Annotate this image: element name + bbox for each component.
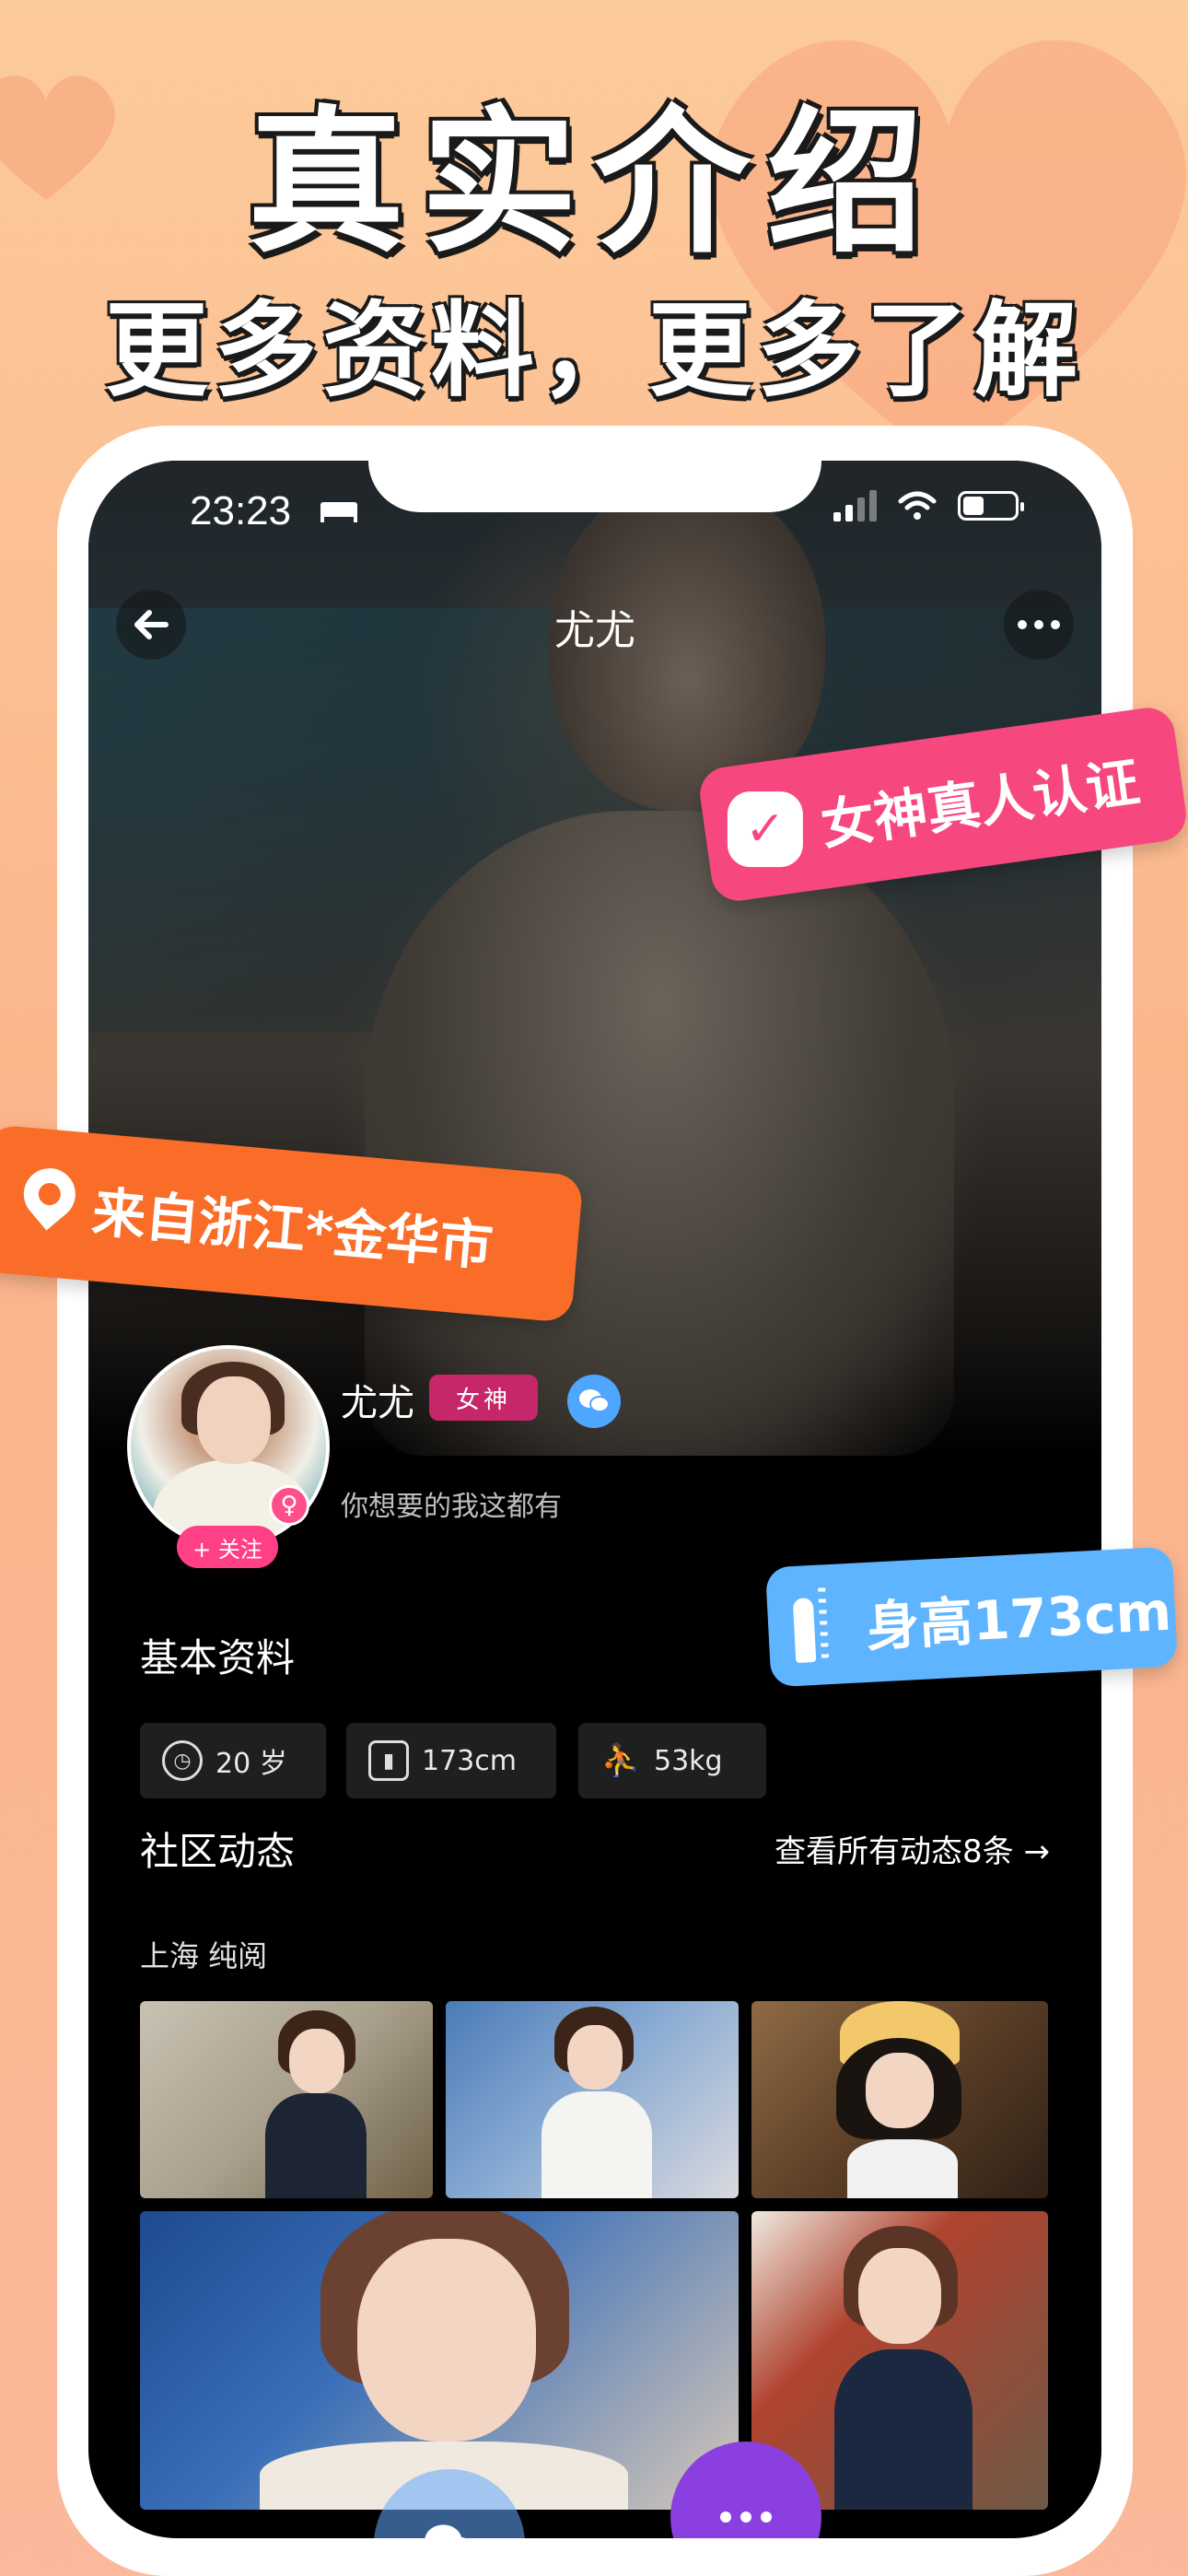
status-icons	[833, 490, 1024, 521]
profile-name: 尤尤	[341, 1382, 414, 1424]
wechat-button[interactable]	[567, 1375, 621, 1428]
ellipsis-icon	[1018, 620, 1060, 629]
battery-icon	[958, 491, 1024, 521]
verified-badge-icon: ✓	[727, 791, 803, 868]
height-chip: ▮ 173cm	[346, 1723, 556, 1798]
post-photo[interactable]	[446, 2001, 739, 2198]
weight-chip: ⛹ 53kg	[578, 1723, 766, 1798]
promo-title: 真实介绍	[247, 92, 940, 275]
weight-icon: ⛹	[600, 1742, 641, 1779]
post-photo[interactable]	[140, 2211, 739, 2510]
clock-icon: ◷	[162, 1740, 203, 1781]
height-tag: 身高173cm	[764, 1546, 1179, 1688]
bed-icon	[319, 494, 359, 531]
status-time: 23:23	[190, 488, 292, 533]
basic-info-title: 基本资料	[140, 1635, 296, 1680]
age-chip: ◷ 20 岁	[140, 1723, 326, 1798]
post-location: 上海 纯阅	[140, 1938, 268, 1973]
nav-title: 尤尤	[554, 607, 635, 654]
post-photo[interactable]	[751, 2001, 1048, 2198]
female-icon: ♀	[269, 1485, 309, 1526]
height-icon: ▮	[368, 1740, 409, 1781]
phone-notch	[368, 461, 821, 512]
wifi-icon	[898, 491, 937, 520]
location-pin-icon	[20, 1166, 77, 1241]
follow-button[interactable]: + 关注	[177, 1526, 278, 1568]
view-all-posts-link[interactable]: 查看所有动态8条 →	[775, 1826, 1050, 1871]
community-title: 社区动态	[140, 1829, 296, 1874]
more-button[interactable]	[1004, 590, 1074, 660]
goddess-badge: 女神	[429, 1375, 538, 1421]
post-photo[interactable]	[140, 2001, 433, 2198]
ellipsis-icon	[720, 2512, 772, 2523]
wechat-icon	[425, 2524, 466, 2538]
cellular-signal-icon	[833, 490, 877, 521]
height-ruler-icon	[792, 1587, 849, 1664]
profile-bio: 你想要的我这都有	[341, 1491, 562, 1523]
promo-subtitle: 更多资料，更多了解	[105, 291, 1083, 411]
wechat-icon	[579, 1389, 610, 1412]
